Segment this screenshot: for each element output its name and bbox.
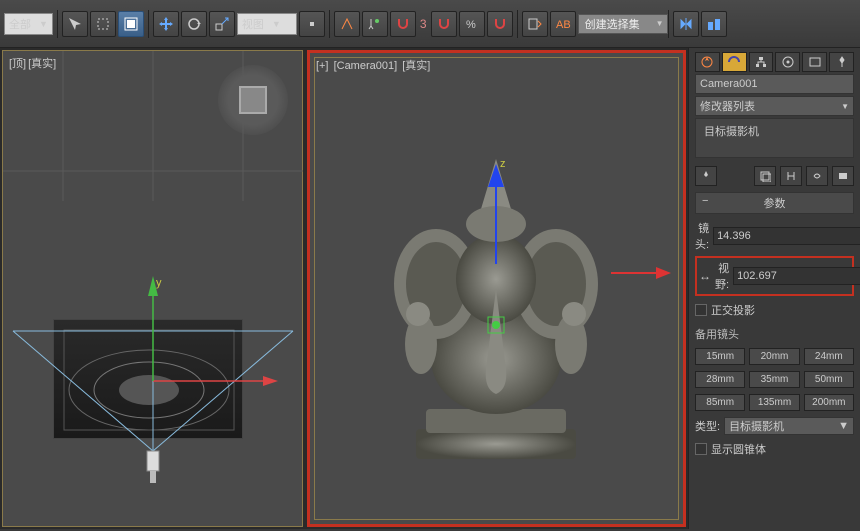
fov-spinner[interactable]: ▲▼	[733, 267, 860, 285]
modifier-list-select[interactable]: 修改器列表 ▼	[695, 96, 854, 116]
align-tool[interactable]	[701, 11, 727, 37]
viewport-camera[interactable]: [+] [Camera001] [真实]	[307, 50, 686, 527]
modifier-stack[interactable]: 目标摄影机	[695, 118, 854, 158]
svg-text:ABC: ABC	[556, 19, 571, 31]
viewport-top[interactable]: [顶][真实]	[2, 50, 303, 527]
chevron-down-icon: ▼	[272, 19, 281, 29]
statue-thumbnail	[53, 319, 243, 439]
rotate-tool[interactable]	[181, 11, 207, 37]
statue-render: z	[366, 109, 626, 469]
scope-select[interactable]: 全部 ▼	[4, 13, 53, 35]
keyboard-tool[interactable]	[362, 11, 388, 37]
edit-named-sel[interactable]	[522, 11, 548, 37]
abc-tool[interactable]: ABC	[550, 11, 576, 37]
remove-modifier[interactable]	[806, 166, 828, 186]
viewcube[interactable]	[218, 65, 288, 135]
lens-85[interactable]: 85mm	[695, 394, 745, 411]
fov-highlight: ↔ 视野: ▲▼ 度	[695, 256, 854, 296]
lens-50[interactable]: 50mm	[804, 371, 854, 388]
scope-label: 全部	[9, 16, 31, 32]
stock-lenses-label: 备用镜头	[695, 326, 854, 342]
fov-direction-icon[interactable]: ↔	[699, 269, 711, 283]
tab-modify[interactable]	[722, 52, 747, 72]
rollout-parameters[interactable]: 参数	[695, 192, 854, 214]
object-name: Camera001	[700, 78, 757, 90]
scale-tool[interactable]	[209, 11, 235, 37]
selection-set-input[interactable]	[578, 14, 668, 34]
pin-stack[interactable]	[695, 166, 717, 186]
main-toolbar: 全部 ▼ 视图 ▼ 3 % ABC ▼	[0, 0, 860, 48]
svg-text:z: z	[500, 158, 506, 170]
window-tool[interactable]	[118, 11, 144, 37]
chevron-down-icon: ▼	[39, 19, 48, 29]
fov-row: ↔ 视野: ▲▼ 度	[699, 260, 850, 292]
lens-24[interactable]: 24mm	[804, 348, 854, 365]
lens-row-3: 85mm 135mm 200mm	[695, 394, 854, 411]
chevron-down-icon: ▼	[656, 19, 664, 28]
tab-motion[interactable]	[775, 52, 800, 72]
show-cone-label: 显示圆锥体	[711, 441, 766, 457]
angle-snap[interactable]	[431, 11, 457, 37]
ref-coord-select[interactable]: 视图 ▼	[237, 13, 297, 35]
show-end-result[interactable]	[754, 166, 776, 186]
show-cone-check[interactable]: 显示圆锥体	[695, 441, 854, 457]
panel-tabs	[695, 52, 854, 72]
x-axis-arrow	[611, 263, 671, 283]
spinner-snap[interactable]	[487, 11, 513, 37]
lens-spinner[interactable]: ▲▼	[713, 227, 860, 245]
lens-row: 镜头: ▲▼ mm	[695, 220, 854, 252]
svg-text:y: y	[156, 277, 162, 289]
percent-snap[interactable]: %	[459, 11, 485, 37]
lens-row-2: 28mm 35mm 50mm	[695, 371, 854, 388]
type-value: 目标摄影机	[729, 418, 784, 434]
move-tool[interactable]	[153, 11, 179, 37]
ref-coord-label: 视图	[242, 16, 264, 32]
object-name-field[interactable]: Camera001	[695, 74, 854, 94]
stack-toolbar	[695, 166, 854, 186]
tab-display[interactable]	[802, 52, 827, 72]
snap-toggle[interactable]	[390, 11, 416, 37]
svg-text:%: %	[466, 19, 476, 31]
lens-28[interactable]: 28mm	[695, 371, 745, 388]
chevron-down-icon: ▼	[838, 420, 849, 432]
viewcube-face[interactable]	[239, 86, 267, 114]
modifier-list-label: 修改器列表	[700, 98, 755, 114]
select-manipulate[interactable]	[334, 11, 360, 37]
lens-value[interactable]	[714, 228, 860, 244]
viewports: [顶][真实]	[0, 48, 688, 529]
arrow-tool[interactable]	[62, 11, 88, 37]
pivot-tool[interactable]	[299, 11, 325, 37]
lens-135[interactable]: 135mm	[749, 394, 799, 411]
ortho-label: 正交投影	[711, 302, 755, 318]
ortho-check[interactable]: 正交投影	[695, 302, 854, 318]
type-label: 类型:	[695, 418, 720, 434]
marquee-tool[interactable]	[90, 11, 116, 37]
lens-20[interactable]: 20mm	[749, 348, 799, 365]
type-row: 类型: 目标摄影机 ▼	[695, 417, 854, 435]
checkbox[interactable]	[695, 304, 707, 316]
fov-label: 视野:	[715, 260, 729, 292]
configure-sets[interactable]	[832, 166, 854, 186]
tab-create[interactable]	[695, 52, 720, 72]
snap-value: 3	[420, 17, 427, 31]
modifier-item: 目标摄影机	[704, 126, 759, 138]
checkbox[interactable]	[695, 443, 707, 455]
fov-value[interactable]	[734, 268, 860, 284]
main-area: [顶][真实]	[0, 48, 860, 529]
type-select[interactable]: 目标摄影机 ▼	[724, 417, 854, 435]
rollout-title: 参数	[764, 198, 786, 210]
lens-200[interactable]: 200mm	[804, 394, 854, 411]
viewport-label: [+] [Camera001] [真实]	[316, 57, 432, 73]
mirror-tool[interactable]	[673, 11, 699, 37]
lens-35[interactable]: 35mm	[749, 371, 799, 388]
lens-label: 镜头:	[695, 220, 709, 252]
tab-hierarchy[interactable]	[749, 52, 774, 72]
lens-15[interactable]: 15mm	[695, 348, 745, 365]
tab-utilities[interactable]	[829, 52, 854, 72]
command-panel: Camera001 修改器列表 ▼ 目标摄影机 参数 镜头: ▲▼ mm	[688, 48, 860, 529]
lens-row-1: 15mm 20mm 24mm	[695, 348, 854, 365]
make-unique[interactable]	[780, 166, 802, 186]
chevron-down-icon: ▼	[841, 102, 849, 111]
